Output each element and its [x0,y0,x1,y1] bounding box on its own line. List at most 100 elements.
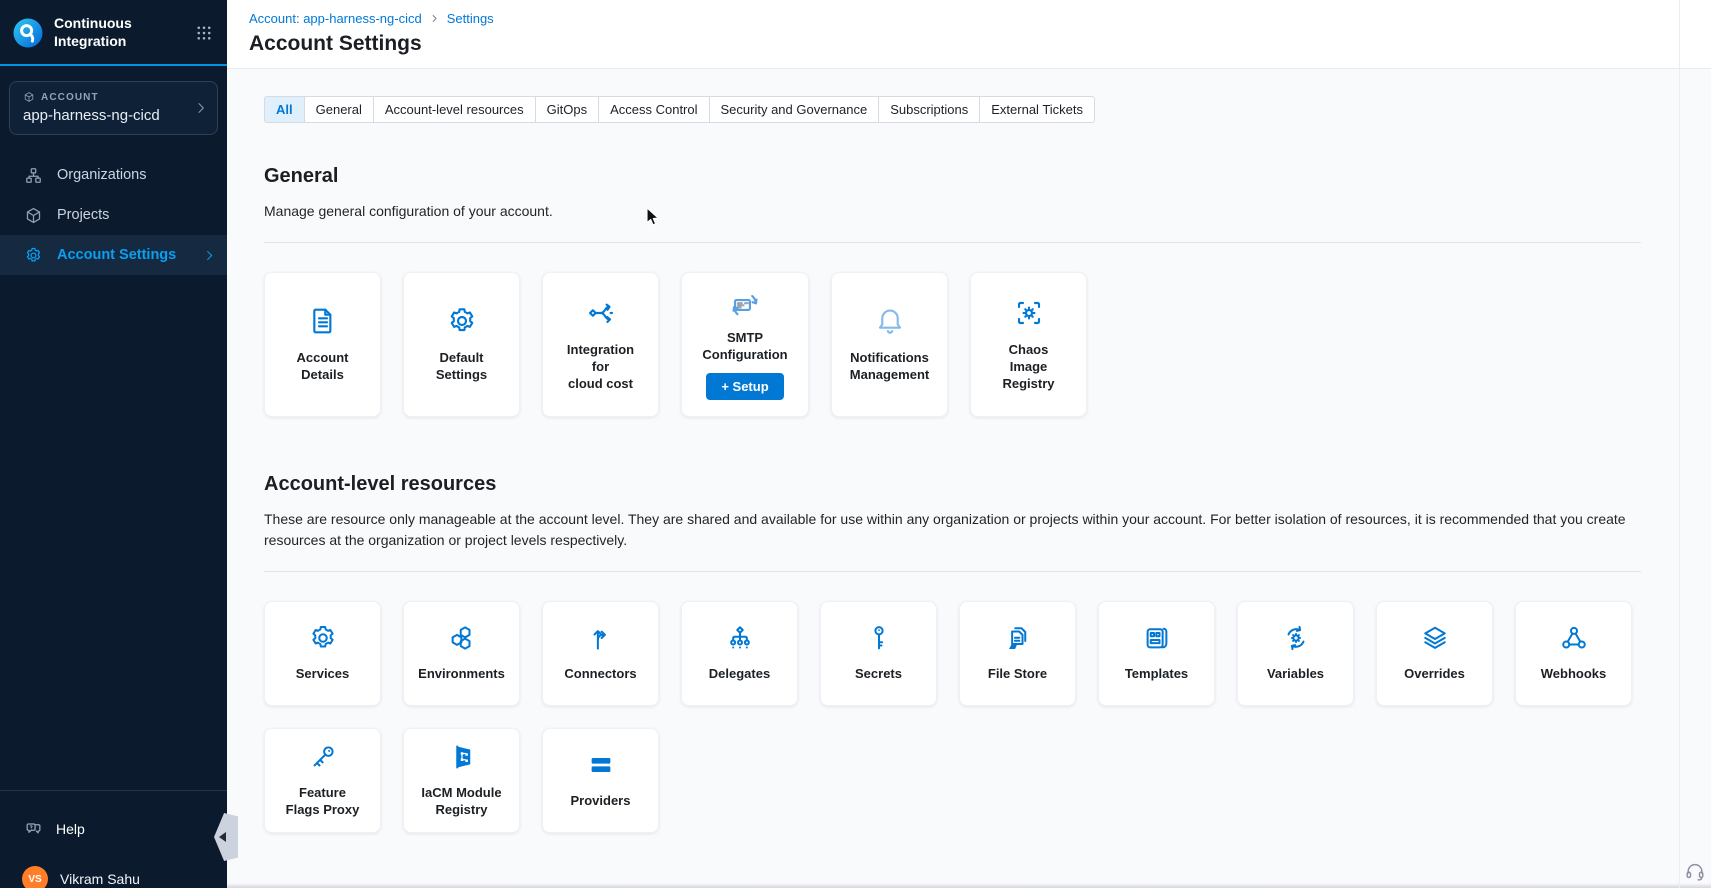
templates-icon [1142,623,1172,653]
key-icon [864,623,894,653]
hexagons-icon [447,623,477,653]
module-grid-icon[interactable] [195,24,213,42]
account-name: app-harness-ng-cicd [23,107,191,124]
card-variables[interactable]: Variables [1237,601,1354,706]
card-label: Account Details [297,350,349,384]
main-content: Account: app-harness-ng-cicd Settings Ac… [227,0,1711,888]
sidebar-item-label: Projects [57,207,109,223]
help-label: Help [56,821,85,837]
page-header: Account: app-harness-ng-cicd Settings Ac… [227,0,1711,69]
card-account-details[interactable]: Account Details [264,272,381,417]
user-name: Vikram Sahu [60,871,140,887]
help-chat-icon [24,820,43,839]
card-default-settings[interactable]: Default Settings [403,272,520,417]
providers-icon [586,750,616,780]
tab-access-control[interactable]: Access Control [598,96,709,123]
account-selector[interactable]: ACCOUNT app-harness-ng-cicd [9,81,218,135]
card-iacm-module-registry[interactable]: IaCM Module Registry [403,728,520,833]
sidebar-item-account-settings[interactable]: Account Settings [0,235,227,275]
card-label: Integration for cloud cost [567,342,634,393]
gear-icon [446,305,478,337]
card-feature-flags-proxy[interactable]: Feature Flags Proxy [264,728,381,833]
card-smtp-configuration[interactable]: SMTP Configuration + Setup [681,272,809,417]
chevron-right-icon [202,248,217,263]
card-label: Templates [1125,666,1188,683]
breadcrumb-settings-link[interactable]: Settings [447,11,494,26]
org-chart-icon [24,166,43,185]
gear-sync-icon [1281,623,1311,653]
card-label: Delegates [709,666,770,683]
card-label: Feature Flags Proxy [286,785,360,819]
breadcrumb-account-link[interactable]: Account: app-harness-ng-cicd [249,11,422,26]
setup-button[interactable]: + Setup [706,373,783,400]
tab-general[interactable]: General [304,96,374,123]
card-secrets[interactable]: Secrets [820,601,937,706]
card-label: Secrets [855,666,902,683]
module-registry-icon [447,742,477,772]
split-arrow-icon [586,623,616,653]
branch-arrows-icon [585,297,617,329]
account-scope-icon [23,91,35,103]
card-chaos-image-registry[interactable]: Chaos Image Registry [970,272,1087,417]
card-label: Variables [1267,666,1324,683]
user-menu[interactable]: VS Vikram Sahu [0,866,249,888]
sidebar: Continuous Integration ACCOUNT app-harne… [0,0,227,888]
card-file-store[interactable]: File Store [959,601,1076,706]
webhook-icon [1559,623,1589,653]
tab-account-level-resources[interactable]: Account-level resources [373,96,536,123]
key-diagonal-icon [308,742,338,772]
section-divider [264,242,1641,243]
gear-icon [308,623,338,653]
card-notifications-management[interactable]: Notifications Management [831,272,948,417]
mail-sync-icon [729,289,761,321]
hierarchy-icon [725,623,755,653]
card-label: File Store [988,666,1047,683]
tab-security-and-governance[interactable]: Security and Governance [709,96,880,123]
card-connectors[interactable]: Connectors [542,601,659,706]
tab-all[interactable]: All [264,96,305,123]
account-scope-label: ACCOUNT [41,92,99,103]
page-title: Account Settings [249,32,1711,56]
right-rail [1679,0,1711,888]
sidebar-header: Continuous Integration [0,0,227,64]
chevron-right-icon [193,100,209,116]
breadcrumb: Account: app-harness-ng-cicd Settings [249,11,1711,26]
harness-ci-logo-icon[interactable] [12,17,44,49]
resources-section-title: Account-level resources [264,473,1711,496]
sidebar-accent-line [0,64,227,66]
card-overrides[interactable]: Overrides [1376,601,1493,706]
card-label: Default Settings [436,350,487,384]
card-webhooks[interactable]: Webhooks [1515,601,1632,706]
general-section-description: Manage general configuration of your acc… [264,201,1641,221]
product-title: Continuous Integration [54,15,154,50]
card-services[interactable]: Services [264,601,381,706]
sidebar-item-label: Account Settings [57,247,176,263]
settings-content: AllGeneralAccount-level resourcesGitOpsA… [227,69,1711,888]
general-cards: Account Details Default Settings Integrati… [264,272,1641,417]
card-environments[interactable]: Environments [403,601,520,706]
app-window: Continuous Integration ACCOUNT app-harne… [0,0,1711,888]
sidebar-footer-divider [0,790,227,791]
card-label: Webhooks [1541,666,1607,683]
sidebar-item-organizations[interactable]: Organizations [0,155,227,195]
card-label: SMTP Configuration [702,330,787,364]
resources-section-description: These are resource only manageable at th… [264,509,1641,550]
gear-icon [24,246,43,265]
tab-subscriptions[interactable]: Subscriptions [878,96,980,123]
card-templates[interactable]: Templates [1098,601,1215,706]
scroll-shadow [227,883,1711,888]
document-icon [307,305,339,337]
help-button[interactable]: Help [0,813,251,845]
card-integration-for-cloud-cost[interactable]: Integration for cloud cost [542,272,659,417]
card-label: Connectors [564,666,636,683]
card-providers[interactable]: Providers [542,728,659,833]
support-headset-icon[interactable] [1684,860,1706,882]
tab-gitops[interactable]: GitOps [535,96,599,123]
card-label: Notifications Management [850,350,929,384]
sidebar-item-projects[interactable]: Projects [0,195,227,235]
settings-tabs: AllGeneralAccount-level resourcesGitOpsA… [264,96,1095,123]
card-delegates[interactable]: Delegates [681,601,798,706]
tab-external-tickets[interactable]: External Tickets [979,96,1095,123]
card-label: Environments [418,666,505,683]
section-divider [264,571,1641,572]
